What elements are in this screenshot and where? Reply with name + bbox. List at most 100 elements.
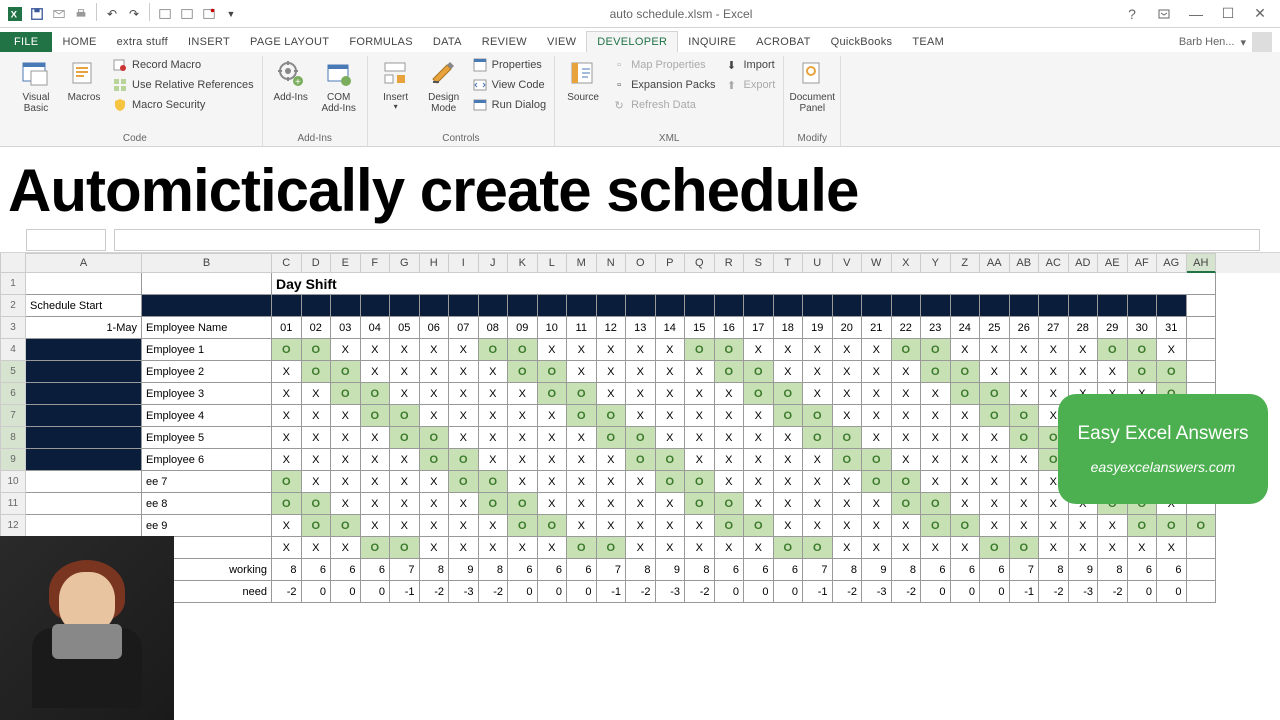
cell[interactable]: X xyxy=(862,339,892,361)
cell[interactable] xyxy=(1157,295,1187,317)
tab-file[interactable]: FILE xyxy=(0,32,52,52)
cell[interactable]: X xyxy=(479,383,509,405)
cell[interactable]: 6 xyxy=(951,559,981,581)
cell[interactable] xyxy=(1039,295,1069,317)
cell[interactable]: X xyxy=(951,493,981,515)
cell[interactable]: 8 xyxy=(1039,559,1069,581)
cell[interactable]: 0 xyxy=(715,581,745,603)
macros-button[interactable]: Macros xyxy=(62,56,106,105)
col-header[interactable]: AD xyxy=(1069,253,1099,273)
cell[interactable]: X xyxy=(272,383,302,405)
cell[interactable] xyxy=(626,295,656,317)
cell[interactable]: X xyxy=(272,515,302,537)
cell[interactable]: X xyxy=(567,515,597,537)
cell[interactable]: X xyxy=(626,383,656,405)
cell[interactable]: O xyxy=(744,361,774,383)
cell[interactable]: 8 xyxy=(420,559,450,581)
cell[interactable]: Employee 3 xyxy=(142,383,272,405)
cell[interactable]: X xyxy=(597,493,627,515)
cell[interactable]: X xyxy=(833,493,863,515)
cell[interactable]: X xyxy=(626,493,656,515)
cell[interactable] xyxy=(715,295,745,317)
cell[interactable]: X xyxy=(420,537,450,559)
cell[interactable]: O xyxy=(1128,361,1158,383)
cell[interactable]: 8 xyxy=(685,559,715,581)
cell[interactable]: O xyxy=(597,405,627,427)
cell[interactable]: O xyxy=(420,449,450,471)
cell[interactable]: X xyxy=(1157,339,1187,361)
cell[interactable]: -3 xyxy=(862,581,892,603)
cell[interactable]: X xyxy=(449,493,479,515)
cell[interactable]: O xyxy=(980,537,1010,559)
cell[interactable]: 0 xyxy=(774,581,804,603)
cell[interactable]: X xyxy=(479,405,509,427)
cell[interactable] xyxy=(892,295,922,317)
cell[interactable] xyxy=(980,295,1010,317)
cell[interactable]: 0 xyxy=(921,581,951,603)
cell[interactable]: 0 xyxy=(980,581,1010,603)
cell[interactable]: O xyxy=(567,383,597,405)
cell[interactable]: 31 xyxy=(1157,317,1187,339)
cell[interactable]: O xyxy=(538,361,568,383)
cell[interactable] xyxy=(420,295,450,317)
cell[interactable]: O xyxy=(892,493,922,515)
cell[interactable]: -2 xyxy=(479,581,509,603)
cell[interactable]: X xyxy=(1039,361,1069,383)
cell[interactable]: X xyxy=(331,471,361,493)
cell[interactable]: X xyxy=(479,361,509,383)
cell[interactable]: X xyxy=(833,471,863,493)
cell[interactable]: O xyxy=(508,493,538,515)
cell[interactable]: O xyxy=(361,405,391,427)
cell[interactable]: O xyxy=(1010,537,1040,559)
cell[interactable]: 26 xyxy=(1010,317,1040,339)
cell[interactable]: X xyxy=(892,361,922,383)
cell[interactable]: X xyxy=(302,471,332,493)
qat-icon[interactable] xyxy=(154,3,176,25)
cell[interactable] xyxy=(508,295,538,317)
cell[interactable]: X xyxy=(302,537,332,559)
col-header[interactable]: AE xyxy=(1098,253,1128,273)
cell[interactable] xyxy=(331,295,361,317)
cell[interactable]: X xyxy=(921,537,951,559)
cell[interactable]: 25 xyxy=(980,317,1010,339)
cell[interactable]: X xyxy=(862,383,892,405)
cell[interactable]: X xyxy=(715,405,745,427)
col-header[interactable]: AB xyxy=(1010,253,1040,273)
cell[interactable]: -3 xyxy=(656,581,686,603)
cell[interactable]: O xyxy=(685,339,715,361)
cell[interactable]: 6 xyxy=(1128,559,1158,581)
cell[interactable]: X xyxy=(508,537,538,559)
qat-icon[interactable] xyxy=(198,3,220,25)
cell[interactable]: O xyxy=(715,361,745,383)
addins-button[interactable]: +Add-Ins xyxy=(269,56,313,105)
cell[interactable]: 8 xyxy=(892,559,922,581)
cell[interactable]: 19 xyxy=(803,317,833,339)
cell[interactable]: X xyxy=(1010,515,1040,537)
cell[interactable]: O xyxy=(1157,361,1187,383)
cell[interactable]: X xyxy=(921,383,951,405)
cell[interactable]: X xyxy=(774,339,804,361)
row-header[interactable]: 1 xyxy=(0,273,26,295)
cell[interactable]: X xyxy=(685,405,715,427)
cell[interactable]: O xyxy=(715,339,745,361)
cell[interactable]: O xyxy=(538,515,568,537)
cell[interactable]: 0 xyxy=(567,581,597,603)
cell[interactable]: -2 xyxy=(1098,581,1128,603)
cell[interactable]: O xyxy=(685,471,715,493)
cell[interactable]: 04 xyxy=(361,317,391,339)
cell[interactable]: X xyxy=(361,471,391,493)
cell[interactable] xyxy=(449,295,479,317)
cell[interactable]: X xyxy=(626,405,656,427)
cell[interactable]: O xyxy=(744,515,774,537)
cell[interactable]: X xyxy=(449,515,479,537)
cell[interactable]: 6 xyxy=(774,559,804,581)
tab-inquire[interactable]: INQUIRE xyxy=(678,32,746,52)
cell[interactable] xyxy=(142,273,272,295)
tab-data[interactable]: DATA xyxy=(423,32,472,52)
save-icon[interactable] xyxy=(26,3,48,25)
cell[interactable]: X xyxy=(361,339,391,361)
cell[interactable]: X xyxy=(1098,515,1128,537)
cell[interactable] xyxy=(26,361,142,383)
cell[interactable]: X xyxy=(390,493,420,515)
cell[interactable]: X xyxy=(390,515,420,537)
